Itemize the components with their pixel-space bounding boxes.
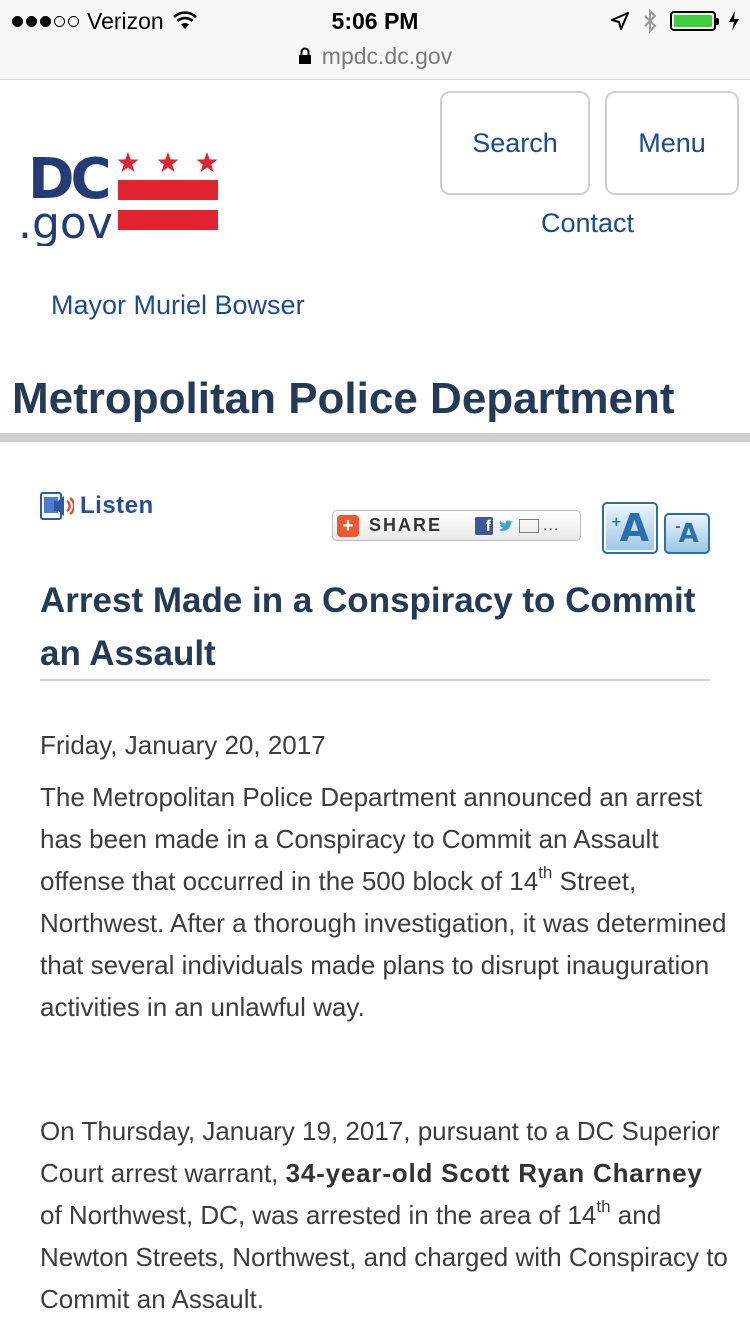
decrease-font-button[interactable]: -A <box>664 513 710 554</box>
share-label: SHARE <box>369 515 443 535</box>
minus-sign: - <box>675 520 681 535</box>
dc-gov-logo[interactable]: DC .gov <box>18 146 228 246</box>
ordinal-suffix: th <box>596 1197 611 1217</box>
arrestee-name: 34-year-old Scott Ryan Charney <box>285 1158 703 1188</box>
share-button[interactable]: + SHARE f ... <box>332 510 581 541</box>
mayor-link[interactable]: Mayor Muriel Bowser <box>51 290 305 321</box>
ordinal-suffix: th <box>538 863 553 883</box>
charging-bolt-icon <box>729 11 739 31</box>
status-indicators <box>610 6 740 36</box>
facebook-icon: f <box>475 516 493 535</box>
article-paragraph-1: The Metropolitan Police Department annou… <box>40 776 730 1028</box>
contact-link[interactable]: Contact <box>541 208 634 239</box>
decrease-font-label: A <box>678 518 699 549</box>
logo-gov-text: .gov <box>18 198 113 246</box>
email-icon <box>519 518 539 533</box>
battery-icon <box>670 11 719 31</box>
speaker-icon <box>40 492 74 520</box>
star-icon <box>157 152 179 172</box>
url-text: mpdc.dc.gov <box>321 42 453 69</box>
logo-red-bar <box>118 180 218 200</box>
more-icon: ... <box>543 516 560 534</box>
increase-font-button[interactable]: + A <box>602 502 658 554</box>
header-divider <box>0 433 750 442</box>
star-icon <box>196 152 218 172</box>
paragraph-text: of Northwest, DC, was arrested in the ar… <box>40 1200 597 1230</box>
article-paragraph-2: On Thursday, January 19, 2017, pursuant … <box>40 1110 730 1320</box>
menu-button[interactable]: Menu <box>605 91 739 195</box>
status-bar: Verizon 5:06 PM mpdc.dc.gov <box>0 0 750 80</box>
search-button[interactable]: Search <box>440 91 590 195</box>
share-service-icons: f ... <box>475 516 560 535</box>
listen-button[interactable]: Listen <box>40 488 154 524</box>
listen-label: Listen <box>80 492 154 519</box>
lock-icon <box>298 47 311 64</box>
article-date: Friday, January 20, 2017 <box>40 730 326 760</box>
bluetooth-icon <box>644 9 657 33</box>
article-title: Arrest Made in a Conspiracy to Commit an… <box>40 581 696 673</box>
title-divider <box>40 679 710 681</box>
star-icon <box>117 152 139 172</box>
address-bar[interactable]: mpdc.dc.gov <box>0 40 750 72</box>
increase-font-label: A <box>619 506 650 550</box>
plus-sign: + <box>610 514 622 530</box>
twitter-icon <box>499 519 513 531</box>
plus-icon: + <box>337 514 359 537</box>
agency-title: Metropolitan Police Department <box>12 374 675 423</box>
location-arrow-icon <box>611 12 629 30</box>
logo-red-bar <box>118 210 218 230</box>
